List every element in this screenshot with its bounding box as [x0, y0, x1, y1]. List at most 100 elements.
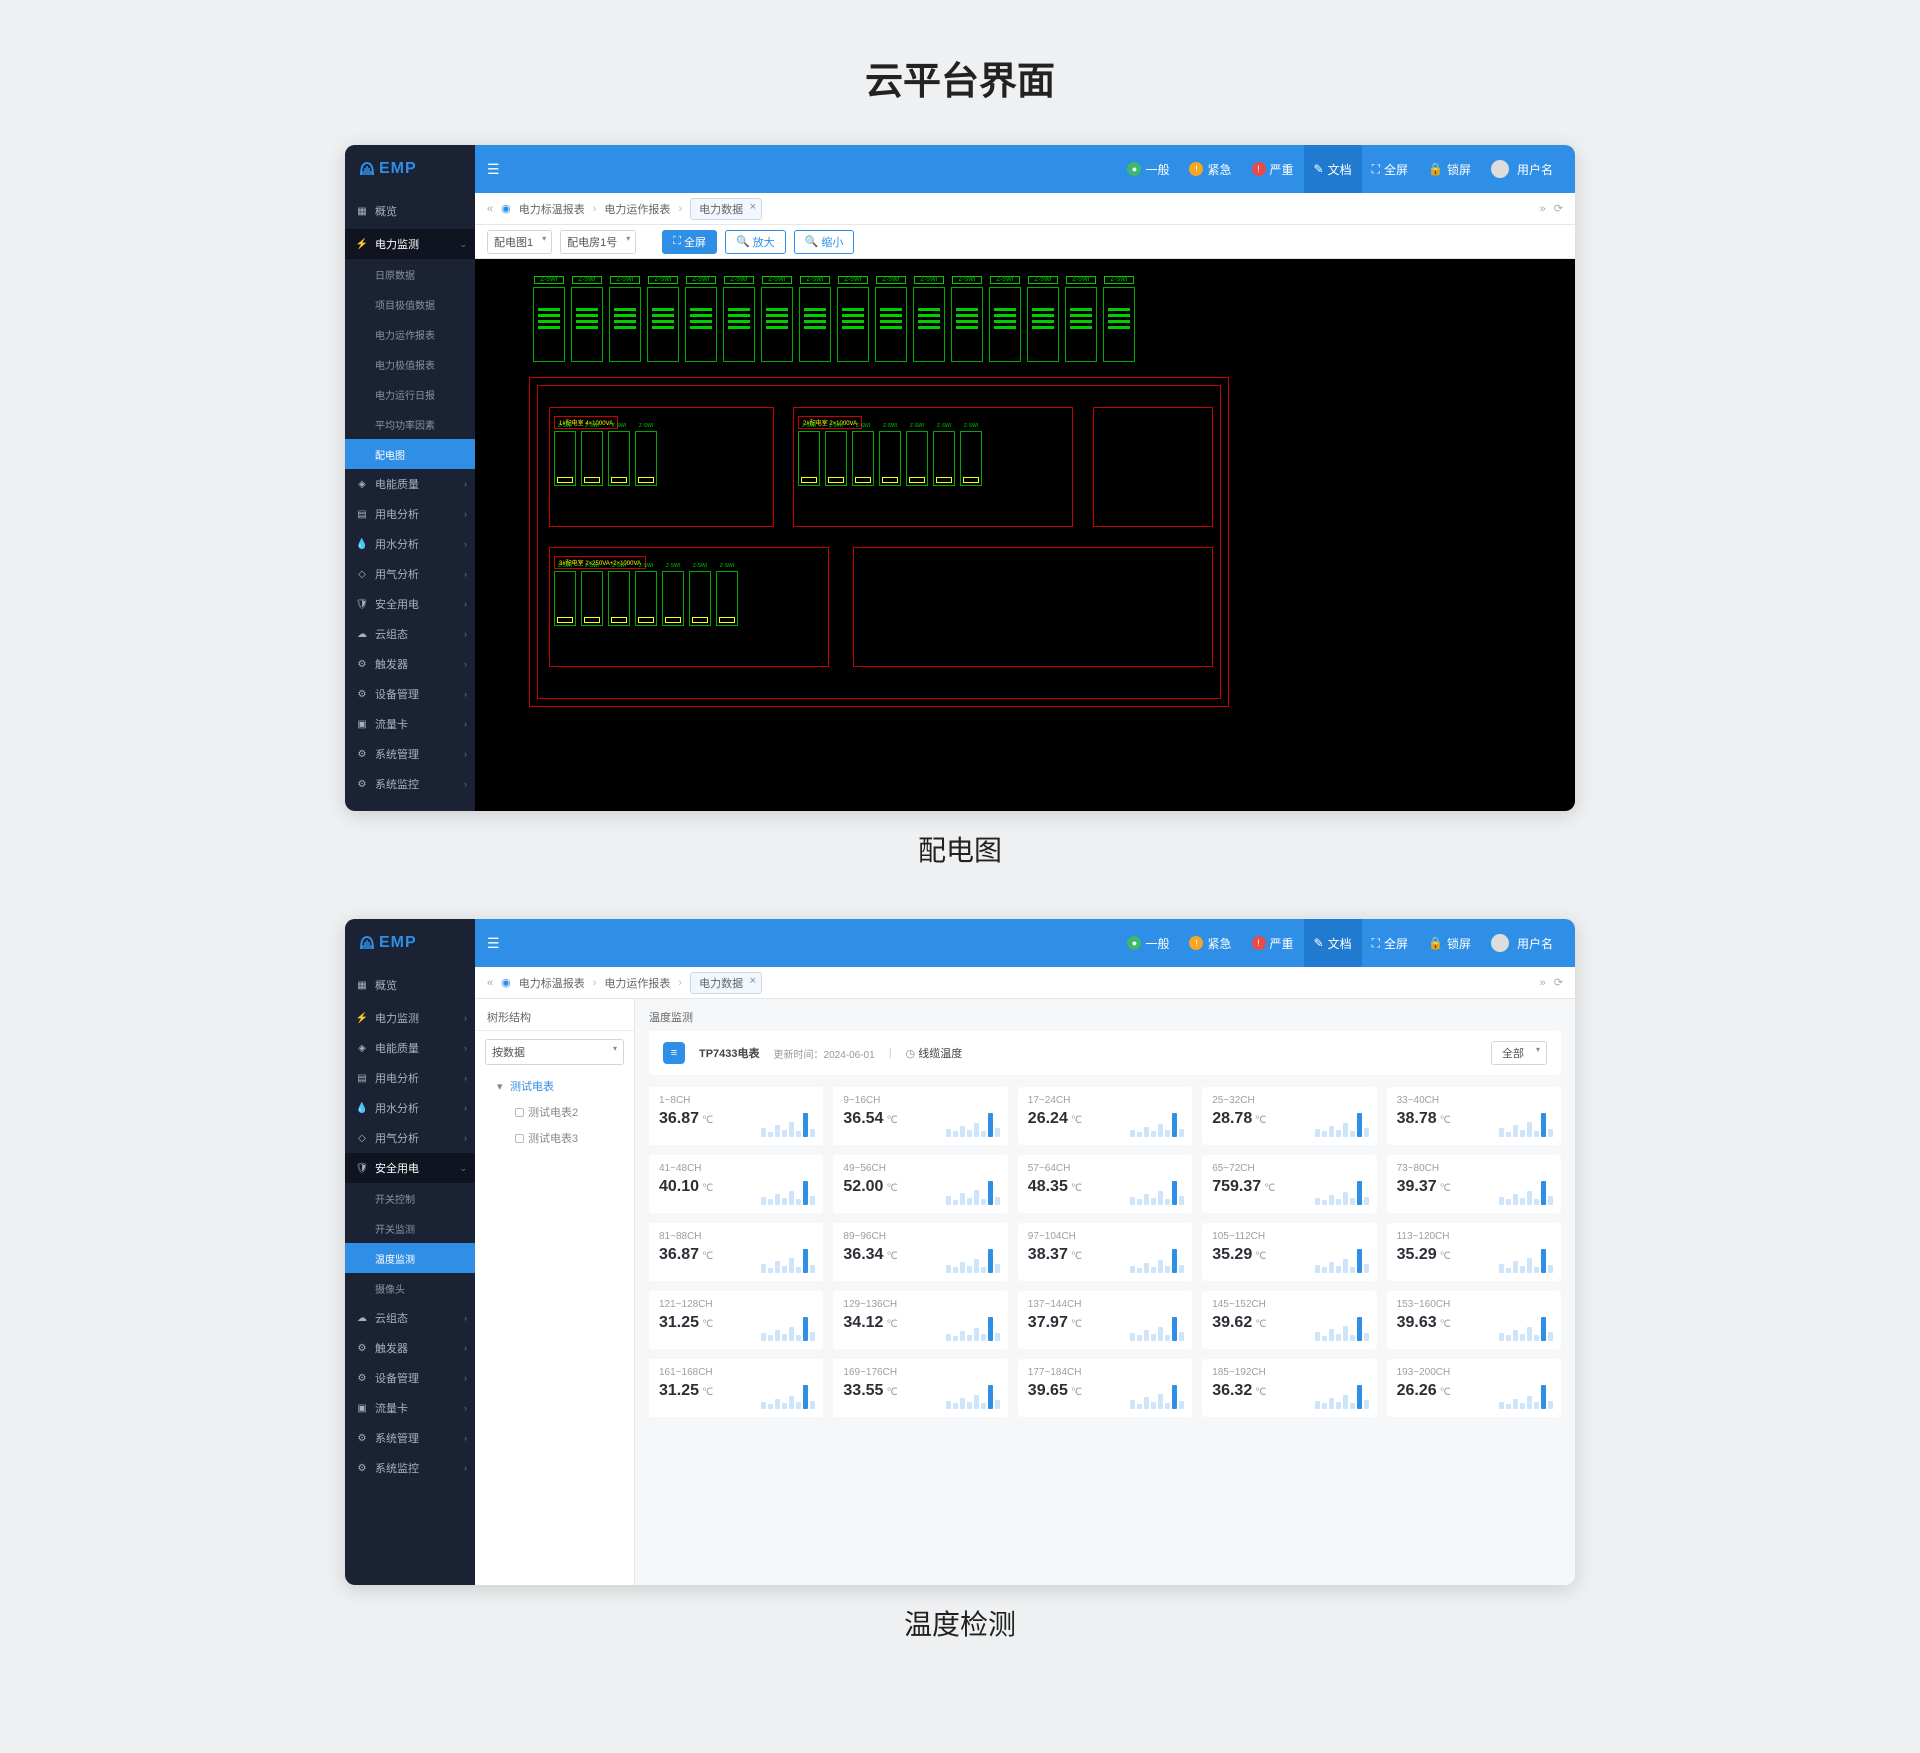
sidebar-subitem[interactable]: 日原数据 [345, 259, 475, 289]
tab-cable-temp[interactable]: ◷ 线缆温度 [906, 1045, 963, 1061]
temp-card[interactable]: 129~136CH34.12℃ [833, 1291, 1007, 1349]
diagram-mini[interactable]: Z-SWI [635, 431, 657, 486]
sidebar-item[interactable]: ☁云组态› [345, 619, 475, 649]
topbar-lock[interactable]: 🔒锁屏 [1418, 145, 1481, 193]
diagram-mini[interactable]: Z-SWI [689, 571, 711, 626]
diagram-slot[interactable]: Z-SWI [1103, 287, 1135, 362]
temp-card[interactable]: 9~16CH36.54℃ [833, 1087, 1007, 1145]
diagram-mini[interactable]: Z-SWI [662, 571, 684, 626]
topbar-fullscreen[interactable]: ⛶全屏 [1362, 145, 1418, 193]
diagram-slot[interactable]: Z-SWI [951, 287, 983, 362]
sidebar-subitem[interactable]: 配电图 [345, 439, 475, 469]
crumb-tab[interactable]: 电力数据 [690, 972, 762, 994]
sidebar-item[interactable]: ◈电能质量› [345, 1033, 475, 1063]
sidebar-item[interactable]: 🛡安全用电⌄ [345, 1153, 475, 1183]
sidebar-item[interactable]: ⚙触发器› [345, 649, 475, 679]
temp-card[interactable]: 145~152CH39.62℃ [1202, 1291, 1376, 1349]
topbar-doc[interactable]: ✎文档 [1304, 145, 1362, 193]
crumb-item[interactable]: 电力标温报表 [519, 201, 585, 217]
diagram-slot[interactable]: Z-SWI [761, 287, 793, 362]
refresh-icon[interactable]: ⟳ [1554, 976, 1563, 989]
diagram-mini[interactable]: Z-SWI [581, 571, 603, 626]
status-o[interactable]: !紧急 [1179, 161, 1241, 178]
temp-card[interactable]: 49~56CH52.00℃ [833, 1155, 1007, 1213]
temp-card[interactable]: 25~32CH28.78℃ [1202, 1087, 1376, 1145]
zoom-out-button[interactable]: 🔍缩小 [794, 230, 855, 254]
crumb-item[interactable]: 电力运作报表 [604, 201, 670, 217]
sidebar-item[interactable]: 💧用水分析› [345, 1093, 475, 1123]
diagram-mini[interactable]: Z-SWI [933, 431, 955, 486]
sidebar-item[interactable]: ⚡电力监测⌄ [345, 229, 475, 259]
sidebar-subitem[interactable]: 电力运作报表 [345, 319, 475, 349]
diagram-slot[interactable]: Z-SWI [571, 287, 603, 362]
diagram-slot[interactable]: Z-SWI [799, 287, 831, 362]
status-g[interactable]: ●一般 [1117, 935, 1179, 952]
diagram-slot[interactable]: Z-SWI [723, 287, 755, 362]
diagram-mini[interactable]: Z-SWI [798, 431, 820, 486]
crumb-right-icon[interactable]: » [1540, 977, 1546, 989]
temp-card[interactable]: 185~192CH36.32℃ [1202, 1359, 1376, 1417]
crumb-right-icon[interactable]: » [1540, 203, 1546, 215]
sidebar-item[interactable]: ⚙设备管理› [345, 679, 475, 709]
topbar-lock[interactable]: 🔒锁屏 [1418, 919, 1481, 967]
temp-card[interactable]: 17~24CH26.24℃ [1018, 1087, 1192, 1145]
diagram-slot[interactable]: Z-SWI [1027, 287, 1059, 362]
sidebar-subitem[interactable]: 温度监测 [345, 1243, 475, 1273]
hamburger-icon[interactable]: ☰ [487, 161, 500, 178]
temp-card[interactable]: 1~8CH36.87℃ [649, 1087, 823, 1145]
temp-card[interactable]: 161~168CH31.25℃ [649, 1359, 823, 1417]
sidebar-subitem[interactable]: 平均功率因素 [345, 409, 475, 439]
zoom-in-button[interactable]: 🔍放大 [725, 230, 786, 254]
temp-card[interactable]: 33~40CH38.78℃ [1387, 1087, 1561, 1145]
refresh-icon[interactable]: ⟳ [1554, 202, 1563, 215]
diagram-slot[interactable]: Z-SWI [1065, 287, 1097, 362]
diagram-slot[interactable]: Z-SWI [609, 287, 641, 362]
user-menu[interactable]: 用户名 [1481, 919, 1563, 967]
diagram-slot[interactable]: Z-SWI [913, 287, 945, 362]
status-g[interactable]: ●一般 [1117, 161, 1179, 178]
sidebar-item[interactable]: ⚙设备管理› [345, 1363, 475, 1393]
sidebar-item[interactable]: ◈电能质量› [345, 469, 475, 499]
diagram-mini[interactable]: Z-SWI [716, 571, 738, 626]
diagram-mini[interactable]: Z-SWI [608, 571, 630, 626]
diagram-slot[interactable]: Z-SWI [647, 287, 679, 362]
temp-card[interactable]: 89~96CH36.34℃ [833, 1223, 1007, 1281]
diagram-mini[interactable]: Z-SWI [635, 571, 657, 626]
sidebar-item[interactable]: ▦概览 [345, 967, 475, 1003]
temp-card[interactable]: 81~88CH36.87℃ [649, 1223, 823, 1281]
diagram-mini[interactable]: Z-SWI [554, 571, 576, 626]
tree-root[interactable]: ▾测试电表 [475, 1073, 634, 1099]
sidebar-item[interactable]: ⚡电力监测› [345, 1003, 475, 1033]
temp-card[interactable]: 153~160CH39.63℃ [1387, 1291, 1561, 1349]
status-r[interactable]: !严重 [1242, 161, 1304, 178]
sidebar-item[interactable]: ⚙系统管理› [345, 739, 475, 769]
diagram-mini[interactable]: Z-SWI [960, 431, 982, 486]
tree-selector[interactable]: 按数据 [485, 1039, 624, 1065]
diagram-slot[interactable]: Z-SWI [875, 287, 907, 362]
diagram-select-2[interactable]: 配电房1号 [560, 230, 636, 254]
sidebar-item[interactable]: ◇用气分析› [345, 559, 475, 589]
diagram-slot[interactable]: Z-SWI [685, 287, 717, 362]
diagram-slot[interactable]: Z-SWI [533, 287, 565, 362]
user-menu[interactable]: 用户名 [1481, 145, 1563, 193]
tree-child[interactable]: 测试电表3 [475, 1125, 634, 1151]
temp-card[interactable]: 177~184CH39.65℃ [1018, 1359, 1192, 1417]
temp-card[interactable]: 137~144CH37.97℃ [1018, 1291, 1192, 1349]
temp-card[interactable]: 57~64CH48.35℃ [1018, 1155, 1192, 1213]
sidebar-subitem[interactable]: 电力极值报表 [345, 349, 475, 379]
temp-card[interactable]: 105~112CH35.29℃ [1202, 1223, 1376, 1281]
status-r[interactable]: !严重 [1242, 935, 1304, 952]
temp-card[interactable]: 113~120CH35.29℃ [1387, 1223, 1561, 1281]
hamburger-icon[interactable]: ☰ [487, 935, 500, 952]
temp-card[interactable]: 41~48CH40.10℃ [649, 1155, 823, 1213]
sidebar-item[interactable]: ◇用气分析› [345, 1123, 475, 1153]
sidebar-subitem[interactable]: 开关控制 [345, 1183, 475, 1213]
sidebar-item[interactable]: ▦概览 [345, 193, 475, 229]
sidebar-subitem[interactable]: 开关监测 [345, 1213, 475, 1243]
diagram-mini[interactable]: Z-SWI [608, 431, 630, 486]
diagram-select-1[interactable]: 配电图1 [487, 230, 552, 254]
sidebar-item[interactable]: ⚙触发器› [345, 1333, 475, 1363]
sidebar-item[interactable]: ▤用电分析› [345, 1063, 475, 1093]
diagram-mini[interactable]: Z-SWI [554, 431, 576, 486]
topbar-doc[interactable]: ✎文档 [1304, 919, 1362, 967]
